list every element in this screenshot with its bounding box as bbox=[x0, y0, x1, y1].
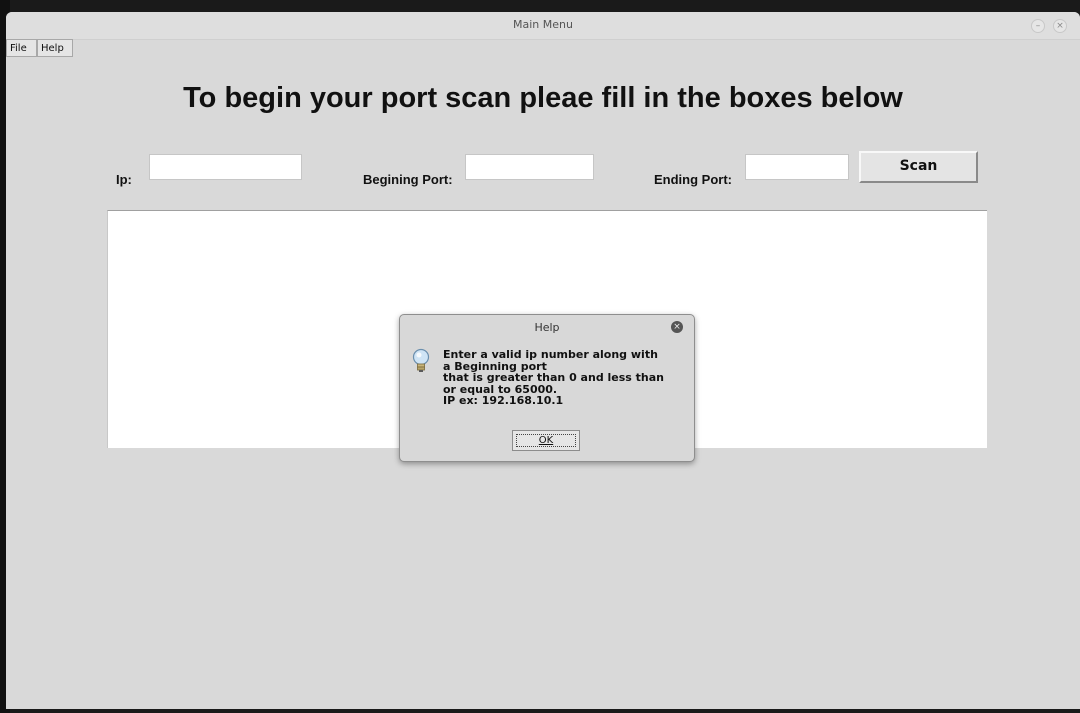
ip-input[interactable] bbox=[149, 154, 302, 180]
help-dialog: Help × Enter a valid ip number along wit… bbox=[399, 314, 695, 462]
ok-button[interactable]: OK bbox=[512, 430, 580, 451]
begin-port-label: Begining Port: bbox=[363, 172, 453, 187]
close-window-button[interactable]: × bbox=[1053, 19, 1067, 33]
scan-button[interactable]: Scan bbox=[859, 151, 978, 183]
dialog-close-icon[interactable]: × bbox=[671, 321, 683, 333]
menu-file[interactable]: File bbox=[6, 39, 37, 57]
dialog-message-line: IP ex: 192.168.10.1 bbox=[443, 394, 564, 407]
main-window: Main Menu – × File Help To begin your po… bbox=[6, 12, 1080, 709]
ok-button-label: OK bbox=[538, 435, 554, 446]
dialog-message: Enter a valid ip number along with a Beg… bbox=[443, 349, 691, 407]
dialog-title: Help bbox=[534, 321, 560, 334]
end-port-label: Ending Port: bbox=[654, 172, 732, 187]
end-port-input[interactable] bbox=[745, 154, 849, 180]
dialog-message-line: that is greater than 0 and less than bbox=[443, 371, 665, 384]
dialog-message-line: Enter a valid ip number along with bbox=[443, 348, 658, 361]
menu-help[interactable]: Help bbox=[37, 39, 73, 57]
lightbulb-icon bbox=[412, 348, 430, 372]
minimize-button[interactable]: – bbox=[1031, 19, 1045, 33]
begin-port-input[interactable] bbox=[465, 154, 594, 180]
title-bar[interactable]: Main Menu – × bbox=[6, 12, 1080, 40]
page-heading: To begin your port scan pleae fill in th… bbox=[183, 82, 903, 114]
window-title: Main Menu bbox=[513, 18, 573, 31]
ip-label: Ip: bbox=[116, 172, 132, 187]
